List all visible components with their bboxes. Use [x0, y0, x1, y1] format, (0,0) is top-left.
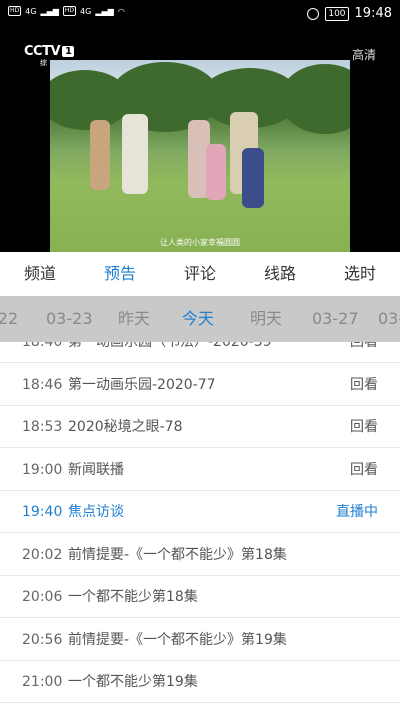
program-time: 20:56: [22, 631, 63, 648]
program-row[interactable]: 20:56 前情提要-《一个都不能少》第19集: [0, 619, 400, 661]
replay-button[interactable]: 回看: [350, 364, 378, 406]
program-row[interactable]: 18:53 2020秘境之眼-78 回看: [0, 406, 400, 448]
date-item[interactable]: 03-27: [312, 296, 359, 342]
tab-route[interactable]: 线路: [240, 252, 320, 296]
network-type-2: 4G: [80, 6, 92, 16]
channel-sub: 综: [40, 59, 47, 67]
replay-button[interactable]: 回看: [350, 406, 378, 448]
tab-comments[interactable]: 评论: [160, 252, 240, 296]
program-title: 一个都不能少第19集: [68, 674, 198, 690]
program-title: 第一动画乐园（书法）-2020-39: [68, 342, 272, 350]
status-left: HD 4G ▂▄▆ HD 4G ▂▄▆ ◠: [8, 6, 125, 16]
signal-icon: ▂▄▆: [40, 6, 59, 16]
tree-shape: [280, 64, 350, 134]
person-figure: [90, 120, 110, 190]
person-figure: [122, 114, 148, 194]
network-type: 4G: [25, 6, 37, 16]
program-time: 19:40: [22, 504, 63, 520]
person-figure: [206, 144, 226, 200]
person-figure: [242, 148, 264, 208]
program-time: 20:06: [22, 589, 63, 605]
date-item[interactable]: 03-23: [46, 296, 93, 342]
program-schedule[interactable]: 18:40 第一动画乐园（书法）-2020-39 回看 18:46 第一动画乐园-202…: [0, 342, 400, 711]
hd-badge: HD: [8, 6, 22, 16]
tab-channel[interactable]: 频道: [0, 252, 80, 296]
program-time: 21:00: [22, 674, 63, 690]
channel-number: 1: [62, 46, 75, 57]
program-time: 20:02: [22, 546, 63, 563]
replay-button[interactable]: 回看: [350, 449, 378, 491]
program-row[interactable]: 21:00 一个都不能少第19集: [0, 661, 400, 703]
hd-badge-2: HD: [62, 6, 77, 16]
program-row[interactable]: 19:00 新闻联播 回看: [0, 449, 400, 491]
signal-icon-2: ▂▄▆: [95, 6, 114, 16]
video-frame: 让人类的小家幸福圆圆: [50, 60, 350, 256]
program-row[interactable]: 20:06 一个都不能少第18集: [0, 576, 400, 618]
program-time: 19:00: [22, 461, 63, 478]
program-row[interactable]: 18:46 第一动画乐园-2020-77 回看: [0, 364, 400, 406]
video-player[interactable]: CCTV 1 综 高清 让人类的小家幸福圆圆: [0, 30, 400, 256]
program-row[interactable]: 19:40 焦点访谈 直播中: [0, 491, 400, 533]
tab-preview[interactable]: 预告: [80, 252, 160, 296]
program-row[interactable]: 20:02 前情提要-《一个都不能少》第18集: [0, 534, 400, 576]
date-item[interactable]: 03-: [378, 296, 400, 342]
date-item[interactable]: 今天: [182, 296, 214, 342]
date-item[interactable]: 明天: [250, 296, 282, 342]
program-title: 一个都不能少第18集: [68, 589, 198, 605]
program-title: 新闻联播: [68, 461, 124, 478]
battery-indicator: 100: [325, 6, 349, 21]
program-title: 前情提要-《一个都不能少》第18集: [68, 546, 287, 563]
program-time: 18:46: [22, 376, 63, 393]
live-indicator[interactable]: 直播中: [336, 491, 378, 533]
program-row[interactable]: 18:40 第一动画乐园（书法）-2020-39 回看: [0, 342, 400, 363]
quality-button[interactable]: 高清: [352, 46, 376, 63]
program-time: 18:40: [22, 342, 63, 350]
program-title: 前情提要-《一个都不能少》第19集: [68, 631, 287, 648]
status-right: 100 19:48: [307, 6, 392, 21]
channel-logo-text: CCTV: [24, 44, 61, 59]
status-bar: HD 4G ▂▄▆ HD 4G ▂▄▆ ◠ 100 19:48: [0, 0, 400, 30]
program-title: 2020秘境之眼-78: [68, 419, 183, 435]
program-title: 第一动画乐园-2020-77: [68, 376, 216, 393]
date-strip[interactable]: -22 03-23 昨天今天明天 03-27 03-: [0, 296, 400, 342]
tab-time-select[interactable]: 选时: [320, 252, 400, 296]
alarm-icon: [307, 7, 320, 20]
date-item[interactable]: 昨天: [118, 296, 150, 342]
replay-button[interactable]: 回看: [350, 342, 378, 363]
program-time: 18:53: [22, 419, 63, 435]
program-title: 焦点访谈: [68, 504, 124, 520]
wifi-icon: ◠: [117, 6, 125, 16]
clock: 19:48: [354, 6, 392, 21]
channel-logo: CCTV 1: [24, 44, 75, 59]
tab-bar: 频道 预告 评论 线路 选时: [0, 252, 400, 296]
date-item[interactable]: -22: [0, 296, 18, 342]
video-subtitle: 让人类的小家幸福圆圆: [160, 238, 240, 247]
